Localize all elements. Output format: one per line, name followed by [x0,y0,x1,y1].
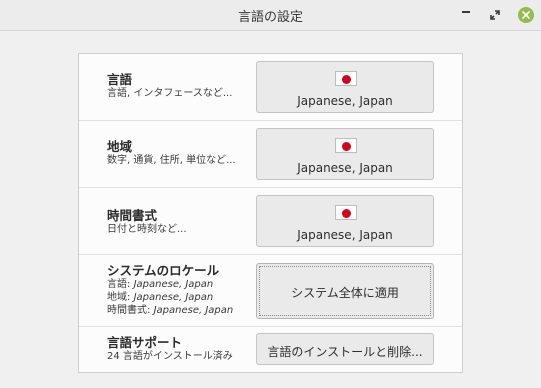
system-locale-region-line: 地域: Japanese, Japan [107,291,233,304]
language-subtitle: 言語, インタフェースなど... [107,88,233,99]
language-title: 言語 [107,72,133,87]
time-format-button-label: Japanese, Japan [297,228,393,242]
minimize-icon [462,11,470,13]
time-format-title: 時間書式 [107,208,158,223]
system-locale-language-value: Japanese, Japan [133,279,214,290]
system-locale-time-key: 時間書式: [107,305,154,316]
system-locale-time-value: Japanese, Japan [153,305,234,316]
apply-system-wide-button[interactable]: システム全体に適用 [256,263,434,319]
install-remove-languages-button[interactable]: 言語のインストールと削除... [256,333,434,365]
system-locale-title: システムのロケール [107,263,220,278]
time-format-subtitle: 日付と時刻など... [107,224,187,235]
language-button-label: Japanese, Japan [297,94,393,108]
title-bar: 言語の設定 [0,0,541,31]
language-support-row: 言語サポート 24 言語がインストール済み 言語のインストールと削除... [79,327,462,372]
system-locale-region-value: Japanese, Japan [133,292,214,303]
maximize-button[interactable] [485,5,505,25]
language-select-button[interactable]: Japanese, Japan [256,61,434,113]
system-locale-time-line: 時間書式: Japanese, Japan [107,304,233,317]
apply-system-wide-label: システム全体に適用 [291,286,399,300]
install-remove-languages-label: 言語のインストールと削除... [267,345,423,359]
maximize-icon [485,5,505,25]
region-row: 地域 数字, 通貨, 住所, 単位など... Japanese, Japan [79,121,462,188]
settings-panel: 言語 言語, インタフェースなど... Japanese, Japan 地域 数… [78,53,463,373]
japan-flag-icon [335,138,357,153]
minimize-button[interactable] [456,5,476,25]
region-button-label: Japanese, Japan [297,161,393,175]
language-support-subtitle: 24 言語がインストール済み [107,351,233,362]
close-button[interactable] [516,5,536,25]
language-row: 言語 言語, インタフェースなど... Japanese, Japan [79,54,462,121]
region-subtitle: 数字, 通貨, 住所, 単位など... [107,155,236,166]
time-format-select-button[interactable]: Japanese, Japan [256,195,434,247]
system-locale-language-key: 言語: [107,279,134,290]
system-locale-language-line: 言語: Japanese, Japan [107,278,233,291]
region-select-button[interactable]: Japanese, Japan [256,128,434,180]
language-support-title: 言語サポート [107,335,183,350]
system-locale-row: システムのロケール 言語: Japanese, Japan 地域: Japane… [79,255,462,327]
region-title: 地域 [107,139,133,154]
time-format-row: 時間書式 日付と時刻など... Japanese, Japan [79,188,462,255]
system-locale-region-key: 地域: [107,292,134,303]
close-icon [516,5,536,25]
japan-flag-icon [335,205,357,220]
japan-flag-icon [335,71,357,86]
